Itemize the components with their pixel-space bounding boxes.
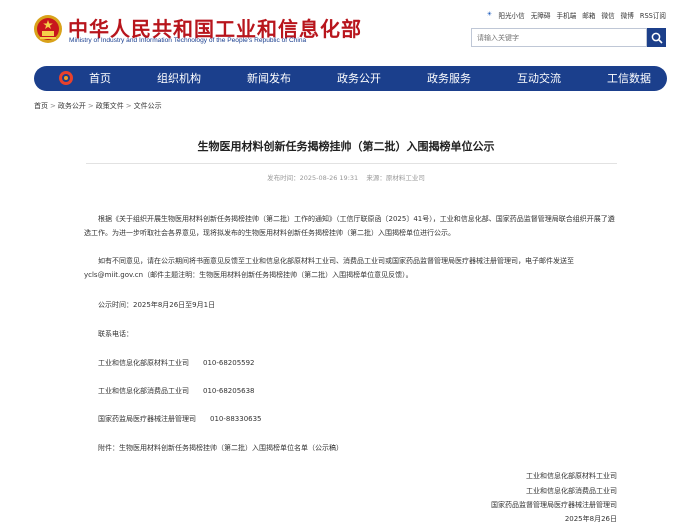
- breadcrumb-notice[interactable]: 文件公示: [134, 102, 162, 110]
- paragraph-feedback: 如有不同意见，请在公示期间将书面意见反馈至工业和信息化部原材料工业司、消费品工业…: [84, 257, 574, 279]
- nav-item-public-affairs[interactable]: 政务公开: [337, 66, 381, 91]
- nav-item-news[interactable]: 新闻发布: [247, 66, 291, 91]
- top-link-sunshine[interactable]: 阳光小信: [498, 10, 524, 20]
- nav-item-home[interactable]: 首页: [89, 66, 111, 91]
- top-link-weibo[interactable]: 微博: [621, 10, 634, 20]
- nav-item-data[interactable]: 工信数据: [607, 66, 651, 91]
- nav-item-interaction[interactable]: 互动交流: [517, 66, 561, 91]
- top-links: ☀ 阳光小信 无障碍 手机端 邮箱 微信 微博 RSS订阅: [486, 10, 666, 20]
- attachment-link[interactable]: 附件：生物医用材料创新任务揭榜挂帅（第二批）入围揭榜单位名单（公示稿）: [98, 443, 343, 453]
- source-label: 来源：: [366, 174, 386, 182]
- breadcrumb: 首页 > 政务公开 > 政策文件 > 文件公示: [34, 101, 162, 111]
- paragraph-intro: 根据《关于组织开展生物医用材料创新任务揭榜挂帅（第二批）工作的通知》（工信厅联原…: [84, 215, 615, 237]
- search-input[interactable]: [471, 28, 647, 47]
- publish-label: 发布时间：: [267, 174, 300, 182]
- contact-phone: 010-68205592: [203, 359, 255, 367]
- contact-dept: 工业和信息化部原材料工业司: [98, 359, 189, 367]
- signature-date: 2025年8月26日: [564, 515, 617, 523]
- contact-row: 国家药监局医疗器械注册管理司 010-88330635: [98, 414, 262, 424]
- contact-row: 工业和信息化部消费品工业司 010-68205638: [98, 386, 255, 396]
- breadcrumb-public-affairs[interactable]: 政务公开: [58, 102, 86, 110]
- contact-phone: 010-68205638: [203, 387, 255, 395]
- breadcrumb-separator: >: [125, 102, 132, 110]
- article-meta: 发布时间：2025-08-26 19:31 来源：原材料工业司: [0, 172, 692, 182]
- breadcrumb-separator: >: [87, 102, 94, 110]
- article-title: 生物医用材料创新任务揭榜挂帅（第二批）入围揭榜单位公示: [197, 140, 495, 153]
- search-button[interactable]: [647, 28, 666, 47]
- top-link-mail[interactable]: 邮箱: [582, 10, 595, 20]
- signature-consumer-goods: 工业和信息化部消费品工业司: [526, 487, 617, 495]
- sun-icon: ☀: [486, 10, 493, 18]
- notice-period: 公示时间：2025年8月26日至9月1日: [98, 301, 216, 309]
- publish-time: 2025-08-26 19:31: [299, 174, 359, 182]
- top-link-accessibility[interactable]: 无障碍: [531, 10, 551, 20]
- source: 原材料工业司: [385, 174, 425, 182]
- breadcrumb-policy[interactable]: 政策文件: [96, 102, 124, 110]
- national-emblem-icon: [34, 15, 62, 43]
- search-box: [471, 28, 666, 47]
- contact-dept: 国家药监局医疗器械注册管理司: [98, 415, 196, 423]
- search-icon: [651, 32, 663, 44]
- top-link-rss[interactable]: RSS订阅: [640, 10, 666, 20]
- title-divider: [86, 163, 617, 164]
- nav-item-organization[interactable]: 组织机构: [157, 66, 201, 91]
- site-subtitle: Ministry of Industry and Information Tec…: [69, 37, 307, 44]
- breadcrumb-separator: >: [50, 102, 56, 110]
- site-header: 中华人民共和国工业和信息化部 Ministry of Industry and …: [0, 0, 692, 66]
- home-logo-icon[interactable]: [58, 70, 74, 86]
- top-link-mobile[interactable]: 手机端: [557, 10, 577, 20]
- contact-phone: 010-88330635: [210, 415, 262, 423]
- contact-row: 工业和信息化部原材料工业司 010-68205592: [98, 358, 255, 368]
- main-nav: 首页 组织机构 新闻发布 政务公开 政务服务 互动交流 工信数据: [34, 66, 667, 91]
- contact-label: 联系电话：: [98, 330, 133, 338]
- nav-item-services[interactable]: 政务服务: [427, 66, 471, 91]
- top-link-wechat[interactable]: 微信: [601, 10, 614, 20]
- contact-dept: 工业和信息化部消费品工业司: [98, 387, 189, 395]
- breadcrumb-home[interactable]: 首页: [34, 102, 48, 110]
- signature-nmpa: 国家药品监督管理局医疗器械注册管理司: [491, 501, 617, 509]
- signature-raw-materials: 工业和信息化部原材料工业司: [526, 472, 617, 480]
